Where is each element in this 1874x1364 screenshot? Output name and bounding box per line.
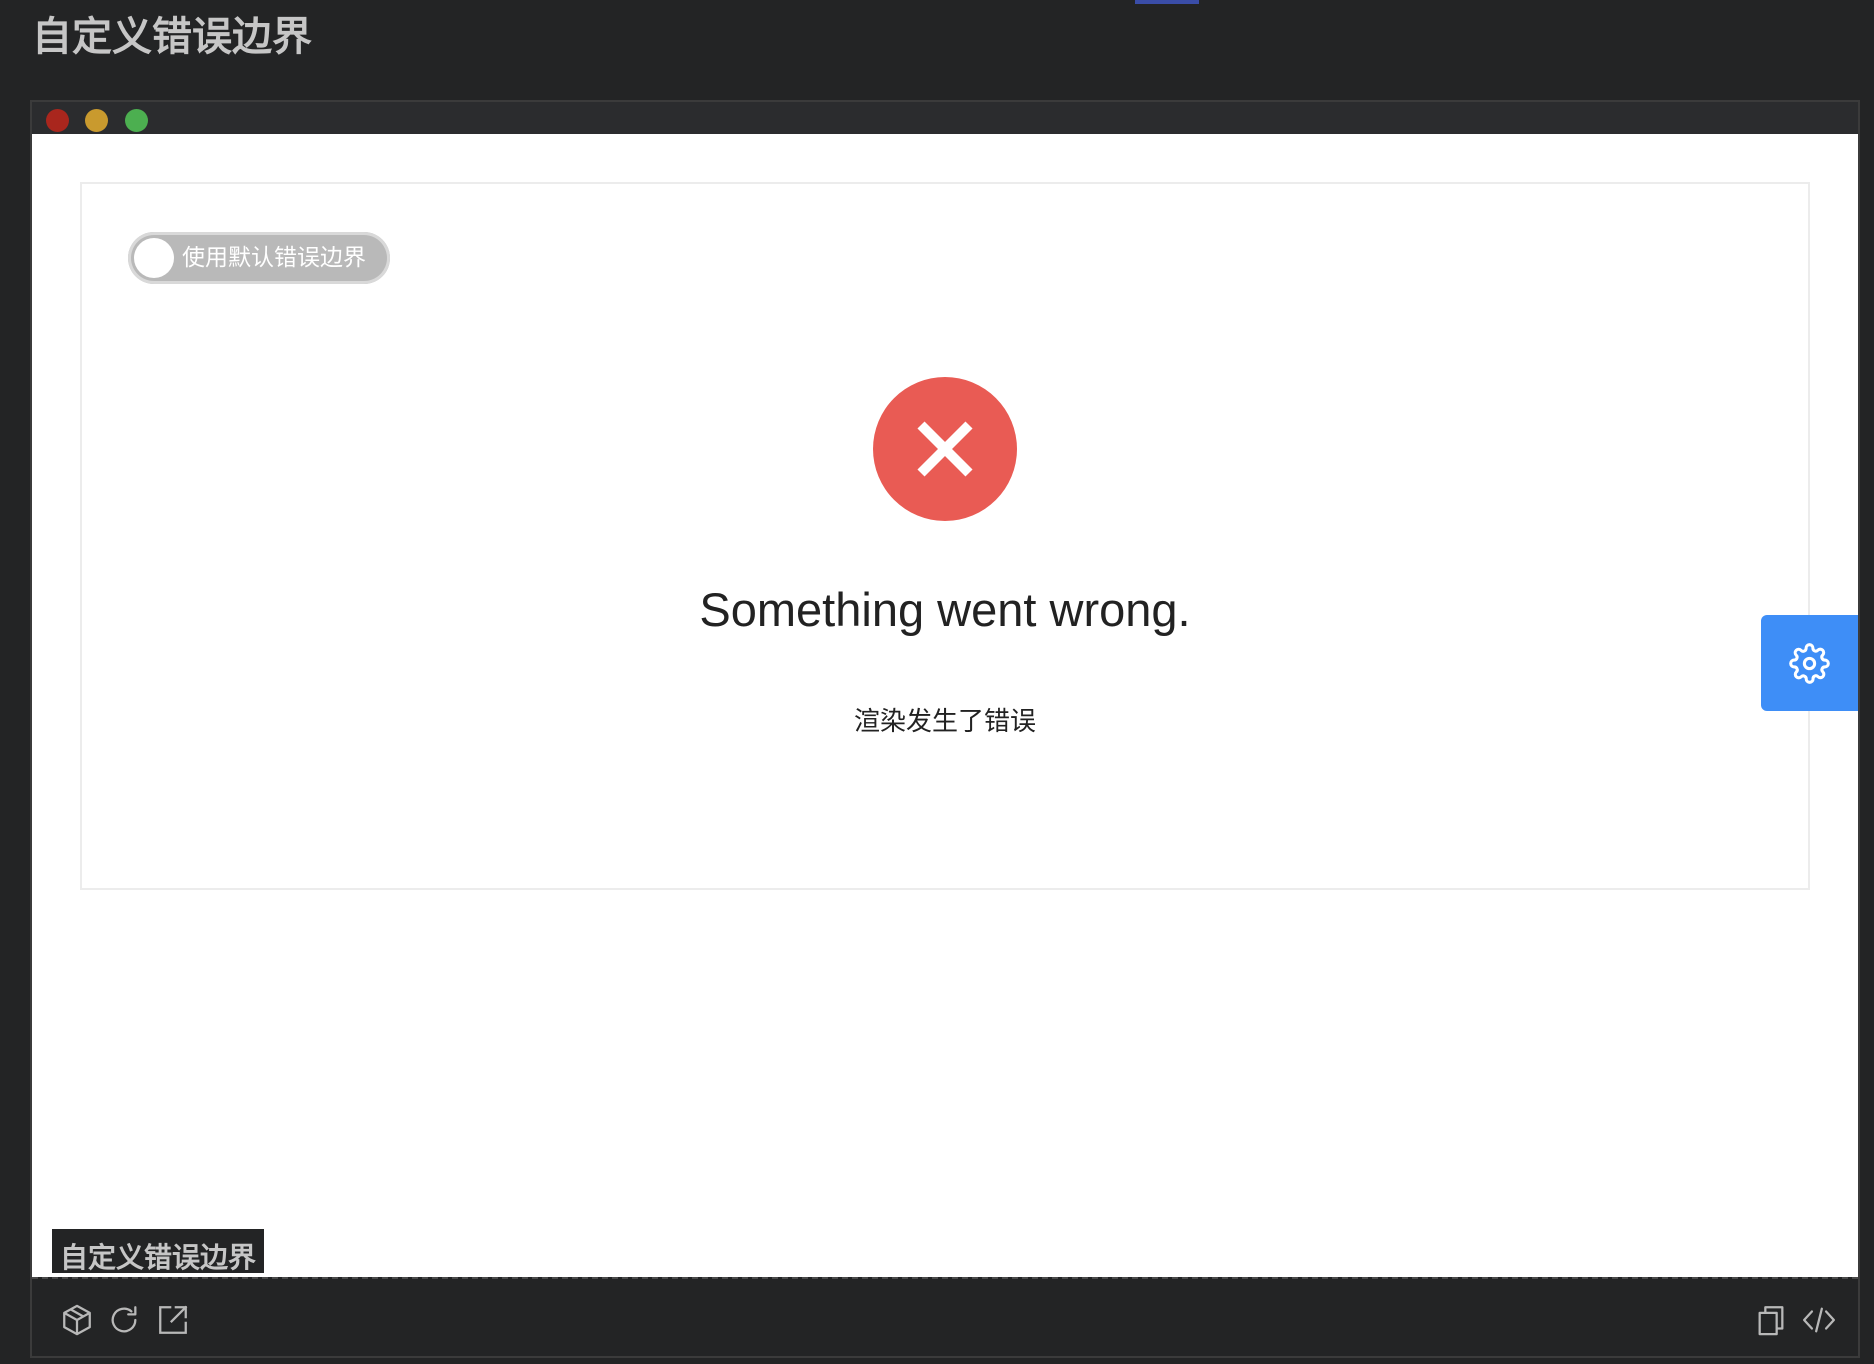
external-link-icon[interactable] — [156, 1303, 190, 1337]
error-badge — [873, 377, 1017, 521]
error-boundary-card: 使用默认错误边界 Something went wrong. 渲染发生了错误 — [80, 182, 1810, 890]
window-title-bar — [32, 102, 1858, 134]
refresh-icon[interactable] — [107, 1303, 141, 1337]
error-detail: 渲染发生了错误 — [853, 707, 1036, 737]
window-maximize-dot — [125, 109, 148, 132]
page-title: 自定义错误边界 — [32, 14, 312, 60]
default-error-boundary-toggle[interactable]: 使用默认错误边界 — [128, 232, 390, 284]
toggle-knob — [134, 238, 174, 278]
top-accent-bar — [1135, 0, 1199, 4]
settings-button[interactable] — [1761, 615, 1858, 711]
demo-window: 使用默认错误边界 Something went wrong. 渲染发生了错误 自… — [30, 100, 1860, 1358]
window-minimize-dot — [85, 109, 108, 132]
code-icon[interactable] — [1802, 1303, 1836, 1337]
x-icon — [917, 421, 973, 477]
preview-area: 使用默认错误边界 Something went wrong. 渲染发生了错误 — [32, 134, 1858, 1277]
gear-icon — [1789, 643, 1830, 684]
cube-icon[interactable] — [60, 1303, 94, 1337]
copy-icon[interactable] — [1754, 1303, 1788, 1337]
error-heading: Something went wrong. — [699, 583, 1191, 636]
demo-footer-toolbar — [32, 1277, 1858, 1356]
toggle-label: 使用默认错误边界 — [182, 245, 366, 271]
window-close-dot — [46, 109, 69, 132]
caption-label: 自定义错误边界 — [60, 1241, 257, 1274]
